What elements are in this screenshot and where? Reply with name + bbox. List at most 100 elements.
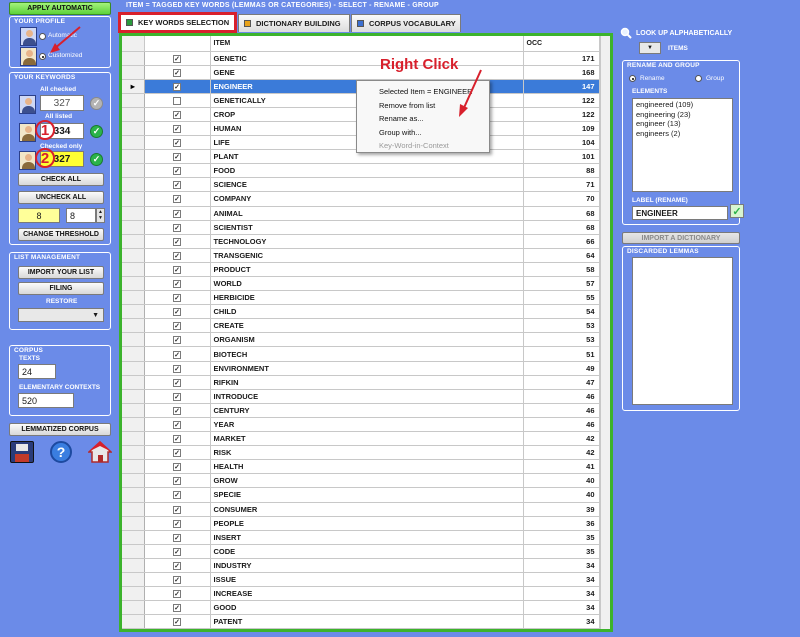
row-indicator[interactable] [122,135,145,151]
row-checkbox[interactable]: ✓ [173,392,181,401]
row-indicator[interactable] [122,473,145,489]
row-checkbox[interactable]: ✓ [173,406,181,415]
checked-only-confirm-icon[interactable]: ✓ [90,153,103,166]
confirm-check-icon[interactable]: ✓ [730,204,744,218]
save-icon[interactable] [10,441,34,463]
row-indicator[interactable] [122,558,145,573]
uncheck-all-button[interactable]: UNCHECK ALL [18,191,104,204]
lookup-dropdown[interactable]: ▼ [639,42,661,54]
apply-automatic-button[interactable]: APPLY AUTOMATIC [9,2,111,15]
row-indicator[interactable] [122,234,145,249]
row-checkbox[interactable]: ✓ [173,435,181,444]
table-row[interactable]: ✓ SCIENCE 71 [122,177,610,193]
row-indicator[interactable] [122,262,145,278]
row-indicator[interactable] [122,487,145,503]
row-indicator[interactable] [122,417,145,433]
row-indicator[interactable] [122,304,145,320]
occ-column-header[interactable]: OCC [523,36,600,52]
rename-radio[interactable] [629,75,636,82]
row-indicator[interactable] [122,93,145,108]
row-indicator[interactable] [122,431,145,447]
table-row[interactable]: ✓ RISK 42 [122,445,610,461]
all-checked-confirm-icon[interactable]: ✓ [90,97,103,110]
table-row[interactable]: ✓ GENE 168 [122,65,610,80]
lemmatized-corpus-button[interactable]: LEMMATIZED CORPUS [9,423,111,436]
table-row[interactable]: ✓ FOOD 88 [122,163,610,179]
tab-dictionary-building[interactable]: DICTIONARY BUILDING [238,14,350,32]
row-checkbox[interactable]: ✓ [173,547,181,556]
table-row[interactable]: ✓ TECHNOLOGY 66 [122,234,610,249]
row-indicator[interactable] [122,163,145,179]
list-item[interactable]: engineers (2) [636,129,729,139]
row-checkbox[interactable]: ✓ [173,322,181,331]
check-all-button[interactable]: CHECK ALL [18,173,104,186]
table-row[interactable]: ✓ PEOPLE 36 [122,516,610,531]
row-indicator[interactable] [122,149,145,165]
menu-item-group[interactable]: Group with... [357,126,489,140]
table-row[interactable]: ✓ SPECIE 40 [122,487,610,503]
row-checkbox[interactable]: ✓ [173,590,181,599]
table-row[interactable]: ✓ CENTURY 46 [122,403,610,418]
table-row[interactable]: ✓ ENVIRONMENT 49 [122,361,610,376]
row-indicator[interactable] [122,318,145,334]
row-indicator[interactable] [122,516,145,531]
list-item[interactable]: engineering (23) [636,110,729,120]
table-row[interactable]: ✓ CHILD 54 [122,304,610,320]
table-row[interactable]: ✓ CREATE 53 [122,318,610,334]
row-indicator[interactable] [122,248,145,263]
elements-list[interactable]: engineered (109) engineering (23) engine… [632,98,733,192]
table-row[interactable]: ✓ GROW 40 [122,473,610,489]
row-indicator[interactable] [122,502,145,517]
row-checkbox[interactable]: ✓ [173,251,181,260]
row-checkbox[interactable]: ✓ [173,195,181,204]
row-checkbox[interactable]: ✓ [173,561,181,570]
row-checkbox[interactable]: ✓ [173,265,181,274]
row-checkbox[interactable]: ✓ [173,280,181,289]
row-checkbox[interactable]: ✓ [173,350,181,359]
row-indicator[interactable] [122,614,145,629]
row-indicator[interactable] [122,544,145,559]
tab-key-words-selection[interactable]: KEY WORDS SELECTION [118,12,237,33]
row-checkbox[interactable]: ✓ [173,237,181,246]
row-checkbox[interactable]: ✓ [173,139,181,148]
home-icon[interactable] [87,440,113,464]
table-row[interactable]: ✓ CODE 35 [122,544,610,559]
table-row[interactable]: ✓ CONSUMER 39 [122,502,610,517]
table-row[interactable]: ✓ MARKET 42 [122,431,610,447]
table-row[interactable]: ✓ PRODUCT 58 [122,262,610,278]
row-indicator[interactable] [122,572,145,588]
table-row[interactable]: ✓ INSERT 35 [122,530,610,545]
row-indicator[interactable] [122,389,145,404]
table-row[interactable]: ✓ HERBICIDE 55 [122,290,610,306]
table-row[interactable]: ✓ INDUSTRY 34 [122,558,610,573]
table-row[interactable]: ✓ INCREASE 34 [122,586,610,602]
threshold-field-b[interactable]: 8 [66,208,96,223]
row-checkbox[interactable]: ✓ [173,110,181,119]
row-indicator[interactable] [122,586,145,602]
row-checkbox[interactable]: ✓ [173,209,181,218]
table-row[interactable]: ✓ GENETIC 171 [122,51,610,66]
table-row[interactable]: ✓ GOOD 34 [122,600,610,616]
row-indicator[interactable] [122,121,145,137]
table-row[interactable]: ✓ RIFKIN 47 [122,375,610,390]
row-indicator[interactable] [122,177,145,193]
row-indicator[interactable] [122,107,145,122]
row-checkbox[interactable]: ✓ [173,125,181,134]
table-row[interactable]: ✓ SCIENTIST 68 [122,220,610,235]
row-checkbox[interactable]: ✓ [173,463,181,472]
row-indicator[interactable] [122,600,145,616]
row-indicator[interactable] [122,459,145,475]
row-checkbox[interactable]: ✓ [173,505,181,514]
group-radio[interactable] [695,75,702,82]
table-row[interactable]: ✓ ANIMAL 68 [122,206,610,221]
row-checkbox[interactable]: ✓ [173,477,181,486]
label-rename-field[interactable]: ENGINEER [632,206,728,220]
row-indicator[interactable]: ▸ [122,79,145,94]
row-checkbox[interactable]: ✓ [173,449,181,458]
threshold-field-a[interactable]: 8 [18,208,60,223]
row-checkbox[interactable]: ✓ [173,82,181,91]
row-checkbox[interactable]: ✓ [173,618,181,627]
row-indicator[interactable] [122,51,145,66]
row-checkbox[interactable]: ✓ [173,336,181,345]
import-list-button[interactable]: IMPORT YOUR LIST [18,266,104,279]
